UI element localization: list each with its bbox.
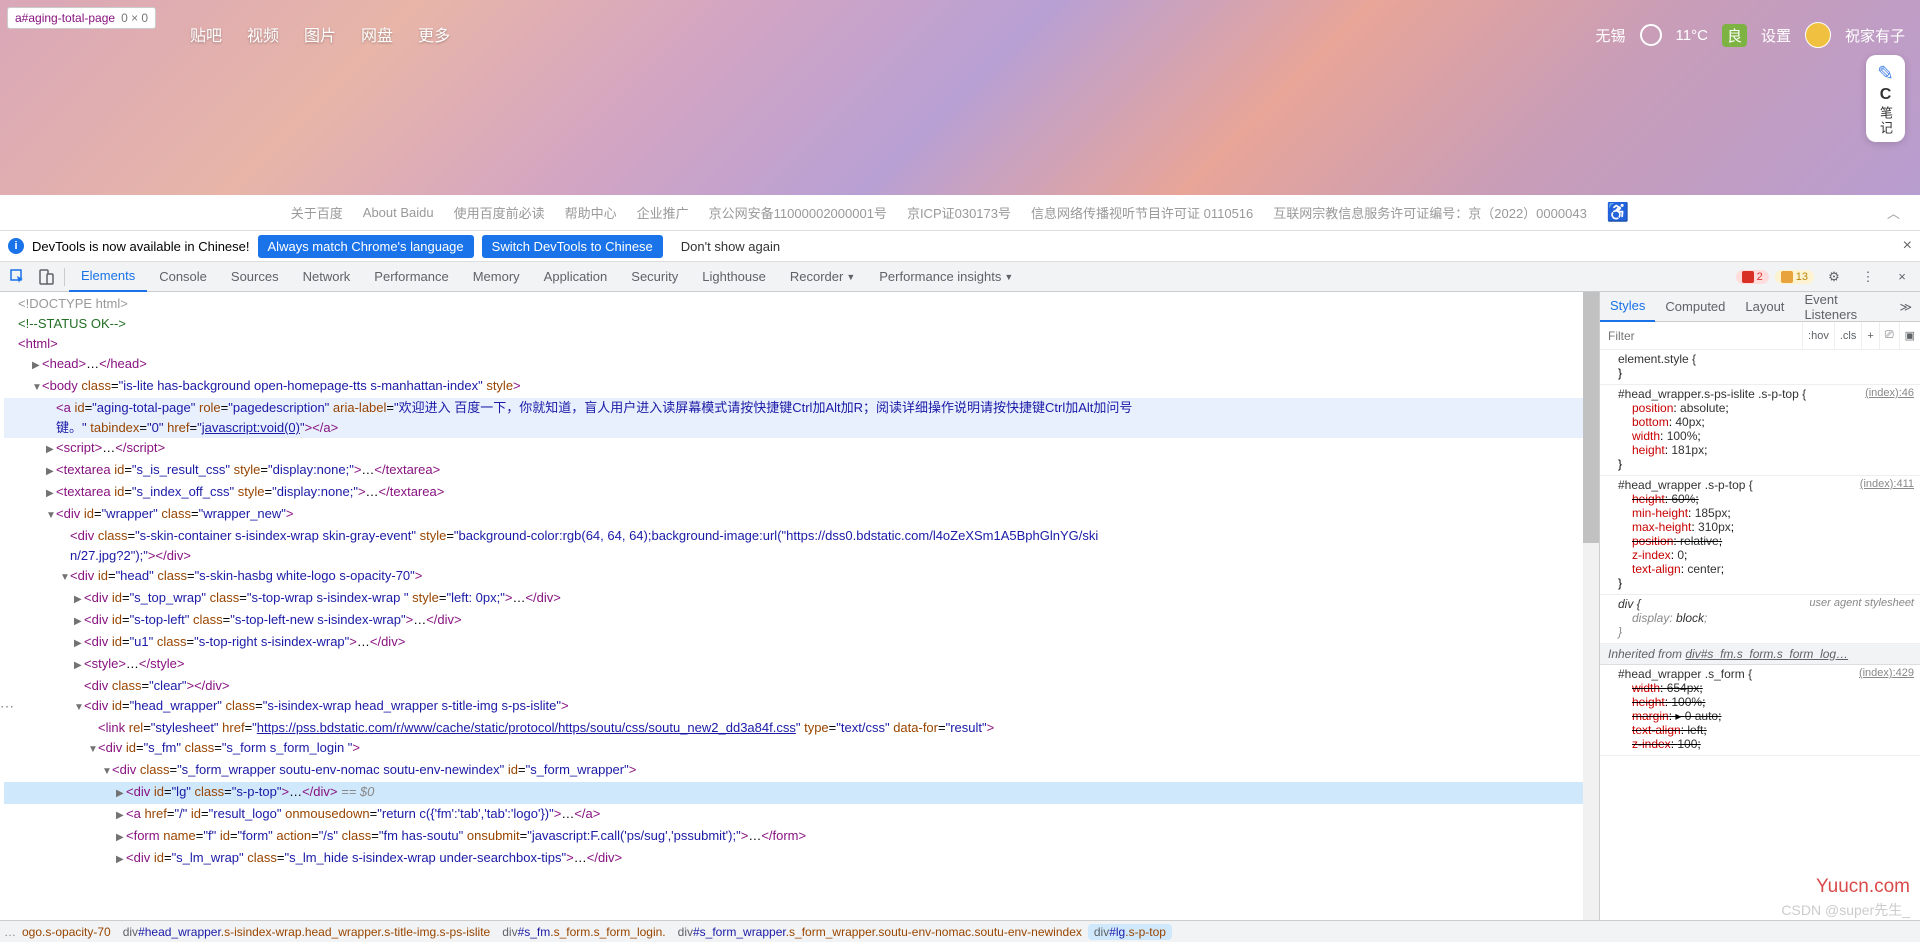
notes-widget[interactable]: ✎ C 笔记 <box>1866 55 1905 142</box>
weather-city[interactable]: 无锡 <box>1596 25 1626 46</box>
chevron-up-icon[interactable]: ︿ <box>1887 203 1900 222</box>
footer-terms[interactable]: 使用百度前必读 <box>454 203 545 222</box>
more-tabs-icon[interactable]: ≫ <box>1891 300 1920 314</box>
nav-video[interactable]: 视频 <box>247 22 279 46</box>
footer-police[interactable]: 京公网安备11000002000001号 <box>709 203 887 222</box>
inspect-icon[interactable] <box>4 264 32 290</box>
tab-performance[interactable]: Performance <box>362 262 460 292</box>
tab-layout[interactable]: Layout <box>1735 292 1794 322</box>
styles-filter: :hov .cls + ⎚ ▣ <box>1600 322 1920 350</box>
rule-element-style[interactable]: element.style { } <box>1600 350 1920 385</box>
warning-badge[interactable]: 13 <box>1775 270 1814 284</box>
close-devtools-icon[interactable]: × <box>1888 264 1916 290</box>
breadcrumb[interactable]: … ogo.s-opacity-70 div#head_wrapper.s-is… <box>0 920 1920 942</box>
footer-help[interactable]: 帮助中心 <box>565 203 617 222</box>
footer-links: 关于百度 About Baidu 使用百度前必读 帮助中心 企业推广 京公网安备… <box>0 195 1920 230</box>
tooltip-dims: 0 × 0 <box>121 11 148 25</box>
tab-perf-insights[interactable]: Performance insights▼ <box>867 262 1025 292</box>
scrollbar[interactable] <box>1583 292 1599 920</box>
tab-memory[interactable]: Memory <box>461 262 532 292</box>
gear-icon[interactable]: ⚙ <box>1820 264 1848 290</box>
rule-2[interactable]: (index):411 #head_wrapper .s-p-top { hei… <box>1600 476 1920 595</box>
top-right: 无锡 11°C 良 设置 祝家有子 <box>1596 22 1905 48</box>
aqi-badge: 良 <box>1722 24 1747 47</box>
dont-show-button[interactable]: Don't show again <box>671 235 790 258</box>
infobar-msg: DevTools is now available in Chinese! <box>32 239 250 254</box>
footer-religion[interactable]: 互联网宗教信息服务许可证编号：京（2022）0000043 <box>1273 203 1587 222</box>
crumb-item[interactable]: ogo.s-opacity-70 <box>16 925 117 939</box>
rule-4[interactable]: (index):429 #head_wrapper .s_form { widt… <box>1600 665 1920 756</box>
tab-sources[interactable]: Sources <box>219 262 291 292</box>
top-nav: 贴吧 视频 图片 网盘 更多 <box>190 22 450 46</box>
hov-button[interactable]: :hov <box>1802 322 1834 349</box>
inspect-tooltip: a#aging-total-page 0 × 0 <box>7 7 156 29</box>
tab-network[interactable]: Network <box>291 262 363 292</box>
tooltip-selector: a#aging-total-page <box>15 11 115 25</box>
crumb-item[interactable]: div#s_fm.s_form.s_form_login. <box>496 925 671 939</box>
tab-application[interactable]: Application <box>532 262 620 292</box>
crumb-item[interactable]: div#head_wrapper.s-isindex-wrap.head_wra… <box>117 925 497 939</box>
footer-about[interactable]: 关于百度 <box>291 203 343 222</box>
css-rules[interactable]: element.style { } (index):46 #head_wrapp… <box>1600 350 1920 920</box>
dom-tree[interactable]: <!DOCTYPE html> <!--STATUS OK--> <html> … <box>0 292 1599 872</box>
crumb-selected[interactable]: div#lg.s-p-top <box>1088 924 1172 940</box>
device-button[interactable]: ⎚ <box>1879 322 1899 349</box>
accessibility-icon[interactable]: ♿ <box>1607 202 1629 223</box>
notes-icon: ✎ <box>1876 61 1895 86</box>
username[interactable]: 祝家有子 <box>1845 25 1905 46</box>
styles-panel: Styles Computed Layout Event Listeners ≫… <box>1599 292 1920 920</box>
separator <box>64 268 65 286</box>
match-language-button[interactable]: Always match Chrome's language <box>258 235 474 258</box>
switch-chinese-button[interactable]: Switch DevTools to Chinese <box>482 235 663 258</box>
settings-link[interactable]: 设置 <box>1761 25 1791 46</box>
tab-lighthouse[interactable]: Lighthouse <box>690 262 778 292</box>
avatar[interactable] <box>1805 22 1831 48</box>
weather-icon <box>1640 24 1662 46</box>
styles-tabs: Styles Computed Layout Event Listeners ≫ <box>1600 292 1920 322</box>
tab-computed[interactable]: Computed <box>1655 292 1735 322</box>
error-badge[interactable]: 2 <box>1736 270 1769 284</box>
info-icon: i <box>8 238 24 254</box>
footer-biz[interactable]: 企业推广 <box>637 203 689 222</box>
notes-c: C <box>1876 86 1895 104</box>
footer-about-en[interactable]: About Baidu <box>363 205 434 220</box>
tab-recorder[interactable]: Recorder▼ <box>778 262 867 292</box>
footer-media[interactable]: 信息网络传播视听节目许可证 0110516 <box>1031 203 1253 222</box>
page-header: 贴吧 视频 图片 网盘 更多 无锡 11°C 良 设置 祝家有子 ✎ C 笔记 <box>0 0 1920 195</box>
kebab-icon[interactable]: ⋮ <box>1854 264 1882 290</box>
crumb-overflow[interactable]: … <box>4 925 16 939</box>
add-rule-button[interactable]: + <box>1861 322 1878 349</box>
tab-listeners[interactable]: Event Listeners <box>1794 292 1891 322</box>
rule-1[interactable]: (index):46 #head_wrapper.s-ps-islite .s-… <box>1600 385 1920 476</box>
devtools-tabs: Elements Console Sources Network Perform… <box>0 262 1920 292</box>
tab-elements[interactable]: Elements <box>69 262 147 292</box>
weather-temp: 11°C <box>1676 27 1708 44</box>
devtools-infobar: i DevTools is now available in Chinese! … <box>0 230 1920 262</box>
cls-button[interactable]: .cls <box>1834 322 1862 349</box>
close-icon[interactable]: × <box>1903 237 1912 255</box>
device-icon[interactable] <box>32 264 60 290</box>
dom-panel[interactable]: ⋯ <!DOCTYPE html> <!--STATUS OK--> <html… <box>0 292 1599 920</box>
rule-ua[interactable]: user agent stylesheet div { display: blo… <box>1600 595 1920 644</box>
tabs-right: 2 13 ⚙ ⋮ × <box>1736 264 1916 290</box>
filter-input[interactable] <box>1600 329 1802 343</box>
panel-button[interactable]: ▣ <box>1899 322 1920 349</box>
nav-more[interactable]: 更多 <box>418 22 450 46</box>
main-split: ⋯ <!DOCTYPE html> <!--STATUS OK--> <html… <box>0 292 1920 920</box>
tab-console[interactable]: Console <box>147 262 219 292</box>
nav-pan[interactable]: 网盘 <box>361 22 393 46</box>
nav-tieba[interactable]: 贴吧 <box>190 22 222 46</box>
inherited-header: Inherited from div#s_fm.s_form.s_form_lo… <box>1600 644 1920 665</box>
tab-security[interactable]: Security <box>619 262 690 292</box>
gutter-dots[interactable]: ⋯ <box>0 696 12 716</box>
crumb-item[interactable]: div#s_form_wrapper.s_form_wrapper.soutu-… <box>672 925 1088 939</box>
tab-styles[interactable]: Styles <box>1600 292 1655 322</box>
nav-image[interactable]: 图片 <box>304 22 336 46</box>
notes-label: 笔记 <box>1876 106 1895 136</box>
footer-icp[interactable]: 京ICP证030173号 <box>907 203 1011 222</box>
